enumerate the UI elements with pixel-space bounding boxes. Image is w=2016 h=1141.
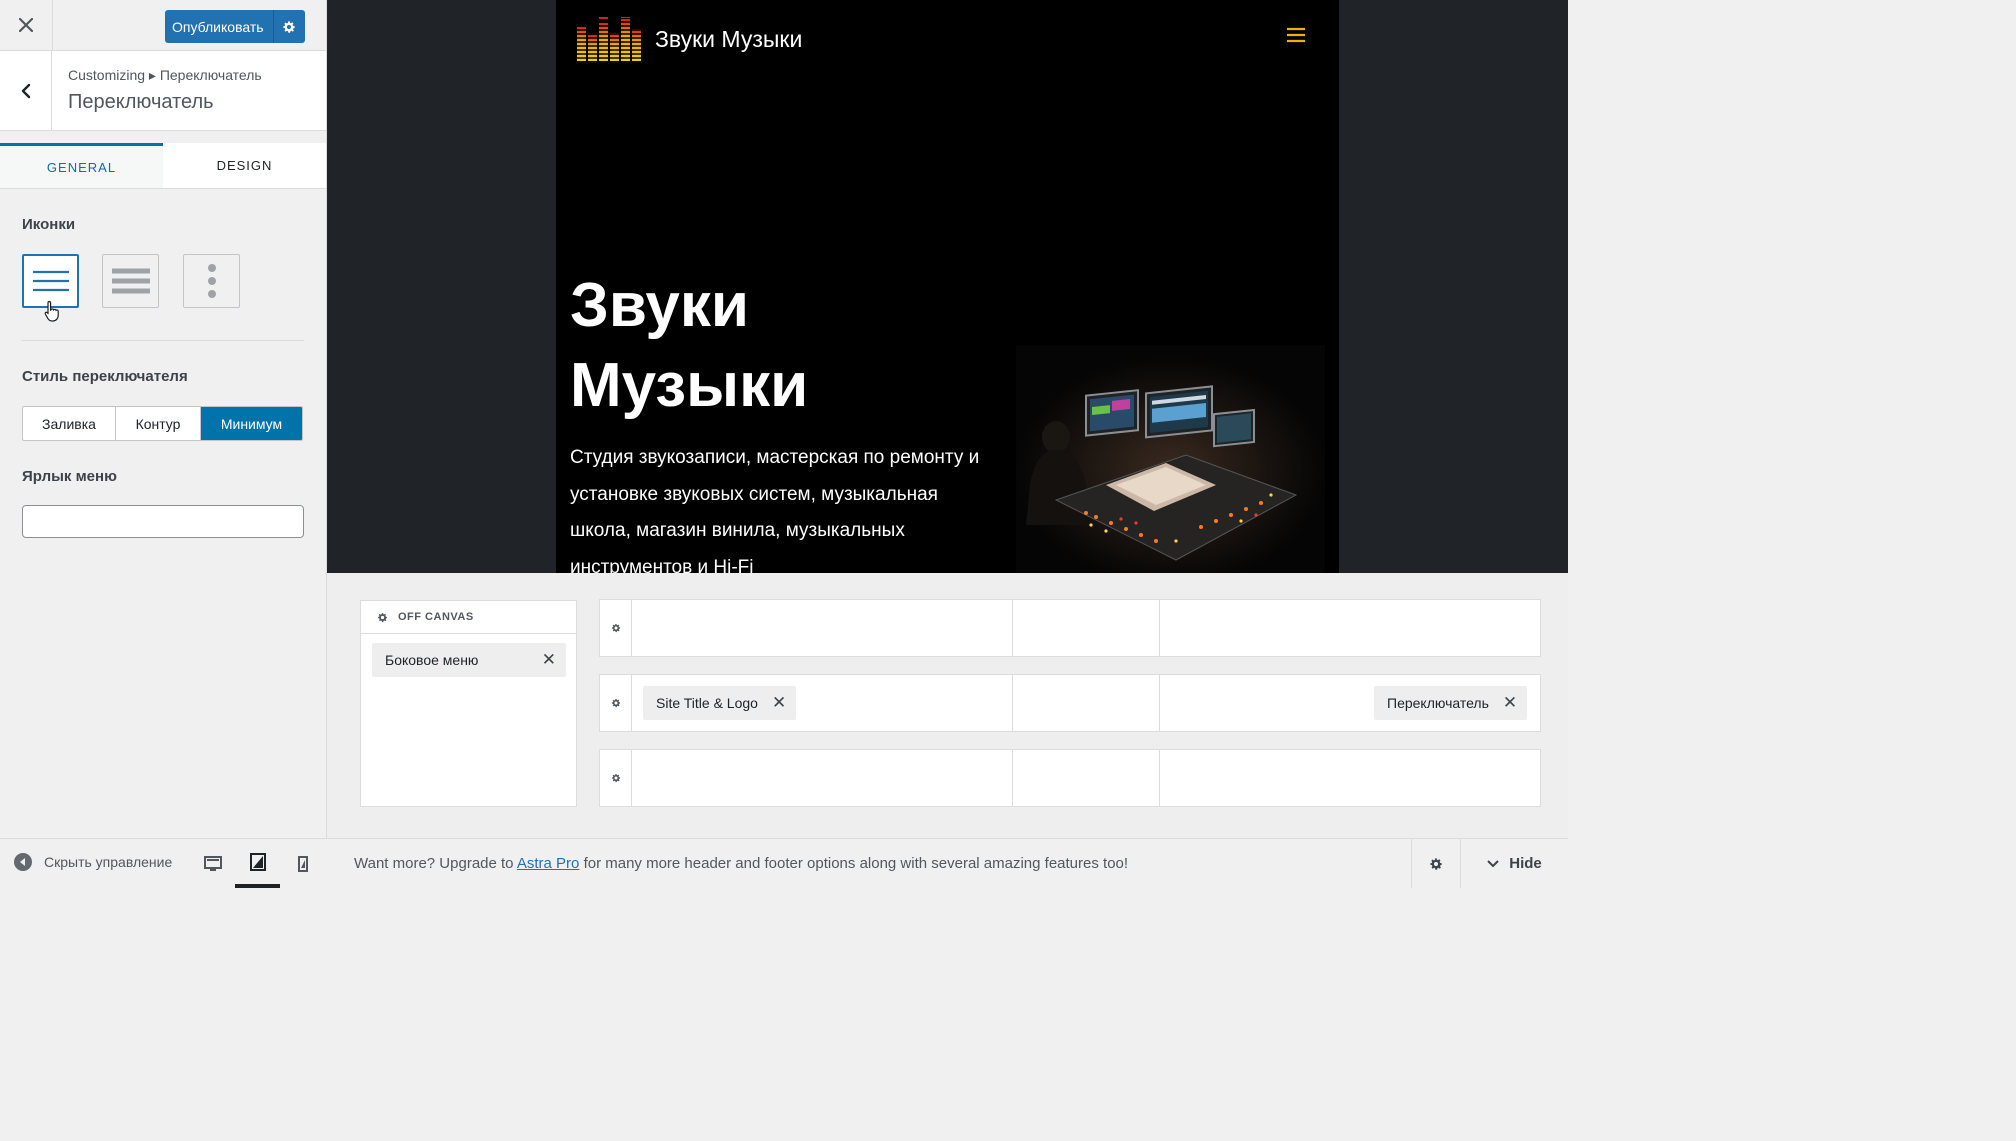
- icons-label: Иконки: [22, 216, 76, 233]
- customizer-footer: Скрыть управление: [0, 838, 327, 888]
- upsell-notice: Want more? Upgrade to Astra Pro for many…: [354, 855, 1128, 872]
- off-canvas-header[interactable]: OFF CANVAS: [361, 601, 576, 634]
- hide-label: Hide: [1509, 855, 1542, 872]
- back-button[interactable]: [0, 51, 52, 130]
- site-frame: Звуки Музыки Звуки Музыки Студия звукоза…: [556, 0, 1339, 573]
- row-settings-button[interactable]: [600, 750, 632, 806]
- builder-row-above: [599, 599, 1541, 657]
- remove-icon[interactable]: ✕: [542, 650, 556, 670]
- chip-label: Site Title & Logo: [656, 695, 758, 711]
- close-customizer-button[interactable]: [0, 0, 53, 50]
- equalizer-logo: [577, 17, 641, 61]
- menu-toggle-icon[interactable]: [1286, 27, 1306, 43]
- tablet-icon: [249, 852, 266, 871]
- mixing-console-image: [1016, 345, 1325, 573]
- zone-divider: [1159, 675, 1160, 731]
- upsell-text-after: for many more header and footer options …: [579, 855, 1129, 872]
- site-preview: Звуки Музыки Звуки Музыки Студия звукоза…: [327, 0, 1568, 573]
- hero-description: Студия звукозаписи, мастерская по ремонт…: [570, 447, 980, 573]
- hamburger-thick-icon: [111, 268, 150, 294]
- gear-icon: [1429, 857, 1442, 870]
- off-canvas-menu-chip[interactable]: Боковое меню ✕: [372, 643, 566, 677]
- header-builder: OFF CANVAS Боковое меню ✕ Site Title & L…: [327, 573, 1568, 838]
- zone-divider: [1012, 750, 1013, 806]
- site-title[interactable]: Звуки Музыки: [655, 26, 802, 53]
- menu-toggle-chip[interactable]: Переключатель ✕: [1374, 686, 1528, 720]
- chevron-left-icon: [21, 83, 30, 98]
- hero-title: Звуки Музыки: [570, 271, 809, 420]
- gear-icon: [378, 612, 388, 622]
- device-tablet-button[interactable]: [235, 839, 280, 888]
- tab-design[interactable]: DESIGN: [163, 143, 326, 188]
- tab-bar: GENERAL DESIGN: [0, 143, 326, 189]
- section-header: Customizing ▸ Переключатель Переключател…: [0, 51, 326, 131]
- publish-button[interactable]: Опубликовать: [165, 10, 273, 43]
- menu-label-label: Ярлык меню: [22, 468, 117, 485]
- hand-pointer-icon: [44, 300, 59, 322]
- collapse-sidebar-button[interactable]: Скрыть управление: [14, 853, 172, 871]
- remove-icon[interactable]: ✕: [772, 693, 786, 713]
- collapse-label: Скрыть управление: [44, 854, 173, 870]
- off-canvas-title: OFF CANVAS: [398, 611, 474, 623]
- site-title-logo-chip[interactable]: Site Title & Logo ✕: [643, 686, 797, 720]
- tab-general[interactable]: GENERAL: [0, 143, 163, 188]
- toggle-style-group: Заливка Контур Минимум: [22, 406, 303, 441]
- gear-icon: [283, 20, 296, 33]
- arrow-left-circle-icon: [14, 853, 32, 871]
- smartphone-icon: [297, 855, 308, 872]
- remove-icon[interactable]: ✕: [1503, 693, 1517, 713]
- desktop-icon: [203, 855, 222, 871]
- zone-divider: [1012, 675, 1013, 731]
- publish-settings-button[interactable]: [272, 10, 305, 43]
- gear-icon: [611, 624, 620, 633]
- breadcrumb: Customizing ▸ Переключатель: [68, 67, 262, 83]
- zone-divider: [1159, 750, 1160, 806]
- hide-builder-button[interactable]: Hide: [1460, 839, 1568, 888]
- row-settings-button[interactable]: [600, 600, 632, 656]
- more-vertical-icon: [207, 264, 216, 298]
- menu-label-input[interactable]: [22, 505, 304, 538]
- icon-option-menu2[interactable]: [102, 254, 159, 308]
- divider: [22, 340, 304, 341]
- builder-settings-button[interactable]: [1411, 839, 1459, 888]
- device-mobile-button[interactable]: [280, 839, 325, 888]
- row-settings-button[interactable]: [600, 675, 632, 731]
- style-fill-button[interactable]: Заливка: [23, 407, 116, 440]
- astra-pro-link[interactable]: Astra Pro: [517, 855, 580, 872]
- builder-row-below: [599, 749, 1541, 807]
- gear-icon: [611, 699, 620, 708]
- builder-row-primary: Site Title & Logo ✕ Переключатель ✕: [599, 674, 1541, 732]
- upsell-text-before: Want more? Upgrade to: [354, 855, 517, 872]
- gear-icon: [611, 774, 620, 783]
- off-canvas-panel: OFF CANVAS Боковое меню ✕: [360, 600, 577, 807]
- page-title: Переключатель: [68, 91, 214, 113]
- style-minimal-button[interactable]: Минимум: [201, 407, 302, 440]
- chevron-down-icon: [1487, 859, 1499, 867]
- customizer-header: Опубликовать: [0, 0, 326, 51]
- customizer-sidebar: Опубликовать Customizing ▸ Переключатель…: [0, 0, 327, 888]
- style-outline-button[interactable]: Контур: [116, 407, 201, 440]
- builder-footer: Want more? Upgrade to Astra Pro for many…: [327, 838, 1568, 888]
- icon-option-menu3[interactable]: [183, 254, 240, 308]
- device-desktop-button[interactable]: [190, 839, 235, 888]
- close-icon: [19, 18, 33, 32]
- zone-divider: [1159, 600, 1160, 656]
- zone-divider: [1012, 600, 1013, 656]
- publish-group: Опубликовать: [165, 10, 305, 43]
- toggle-style-label: Стиль переключателя: [22, 368, 188, 385]
- chip-label: Боковое меню: [385, 652, 479, 668]
- hamburger-icon: [32, 270, 69, 292]
- chip-label: Переключатель: [1387, 695, 1489, 711]
